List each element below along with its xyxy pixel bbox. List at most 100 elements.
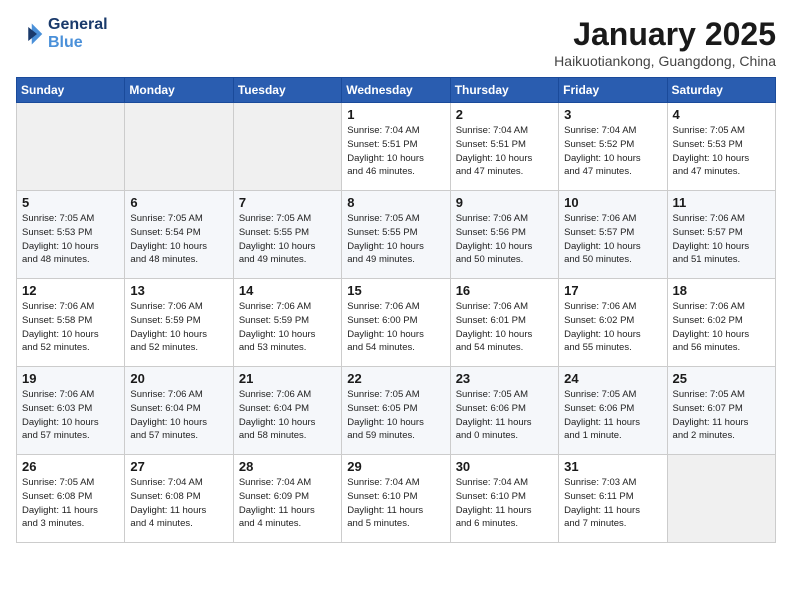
- weekday-header-thursday: Thursday: [450, 78, 558, 103]
- calendar-cell: 25 Sunrise: 7:05 AMSunset: 6:07 PMDayligh…: [667, 367, 775, 455]
- calendar-cell: 9Sunrise: 7:06 AMSunset: 5:56 PMDaylight…: [450, 191, 558, 279]
- calendar-cell: 7 Sunrise: 7:05 AMSunset: 5:55 PMDaylight…: [233, 191, 341, 279]
- day-info: Sunrise: 7:04 AMSunset: 6:10 PMDaylight:…: [347, 476, 444, 531]
- day-number: 27: [130, 459, 227, 474]
- day-info: Sunrise: 7:06 AMSunset: 6:04 PMDaylight:…: [239, 388, 336, 443]
- day-number: 25: [673, 371, 770, 386]
- day-number: 1: [347, 107, 444, 122]
- day-info: Sunrise: 7:06 AMSunset: 5:58 PMDaylight:…: [22, 300, 119, 355]
- calendar-cell: 31 Sunrise: 7:03 AMSunset: 6:11 PMDayligh…: [559, 455, 667, 543]
- day-number: 6: [130, 195, 227, 210]
- calendar-cell: 6 Sunrise: 7:05 AMSunset: 5:54 PMDaylight…: [125, 191, 233, 279]
- calendar-week-5: 26Sunrise: 7:05 AMSunset: 6:08 PMDayligh…: [17, 455, 776, 543]
- day-info: Sunrise: 7:05 AMSunset: 5:53 PMDaylight:…: [673, 124, 770, 179]
- calendar-cell: 20 Sunrise: 7:06 AMSunset: 6:04 PMDayligh…: [125, 367, 233, 455]
- day-number: 4: [673, 107, 770, 122]
- calendar-cell: [233, 103, 341, 191]
- day-number: 18: [673, 283, 770, 298]
- day-number: 12: [22, 283, 119, 298]
- day-info: Sunrise: 7:03 AMSunset: 6:11 PMDaylight:…: [564, 476, 661, 531]
- calendar-table: SundayMondayTuesdayWednesdayThursdayFrid…: [16, 77, 776, 543]
- day-info: Sunrise: 7:04 AMSunset: 5:52 PMDaylight:…: [564, 124, 661, 179]
- day-info: Sunrise: 7:04 AMSunset: 6:10 PMDaylight:…: [456, 476, 553, 531]
- day-info: Sunrise: 7:06 AMSunset: 5:59 PMDaylight:…: [239, 300, 336, 355]
- calendar-cell: 1 Sunrise: 7:04 AMSunset: 5:51 PMDaylight…: [342, 103, 450, 191]
- day-info: Sunrise: 7:04 AMSunset: 6:08 PMDaylight:…: [130, 476, 227, 531]
- day-number: 22: [347, 371, 444, 386]
- day-info: Sunrise: 7:06 AMSunset: 5:59 PMDaylight:…: [130, 300, 227, 355]
- day-number: 17: [564, 283, 661, 298]
- day-info: Sunrise: 7:06 AMSunset: 6:04 PMDaylight:…: [130, 388, 227, 443]
- day-info: Sunrise: 7:05 AMSunset: 5:55 PMDaylight:…: [239, 212, 336, 267]
- day-number: 20: [130, 371, 227, 386]
- calendar-week-1: 1 Sunrise: 7:04 AMSunset: 5:51 PMDaylight…: [17, 103, 776, 191]
- day-number: 30: [456, 459, 553, 474]
- title-block: January 2025 Haikuotiankong, Guangdong, …: [554, 16, 776, 69]
- calendar-cell: 10 Sunrise: 7:06 AMSunset: 5:57 PMDayligh…: [559, 191, 667, 279]
- weekday-header-wednesday: Wednesday: [342, 78, 450, 103]
- day-number: 7: [239, 195, 336, 210]
- day-info: Sunrise: 7:05 AMSunset: 5:54 PMDaylight:…: [130, 212, 227, 267]
- day-info: Sunrise: 7:06 AMSunset: 5:57 PMDaylight:…: [673, 212, 770, 267]
- calendar-cell: 28 Sunrise: 7:04 AMSunset: 6:09 PMDayligh…: [233, 455, 341, 543]
- day-info: Sunrise: 7:05 AMSunset: 6:07 PMDaylight:…: [673, 388, 770, 443]
- calendar-cell: 8 Sunrise: 7:05 AMSunset: 5:55 PMDaylight…: [342, 191, 450, 279]
- calendar-cell: 12 Sunrise: 7:06 AMSunset: 5:58 PMDayligh…: [17, 279, 125, 367]
- day-number: 23: [456, 371, 553, 386]
- weekday-header-tuesday: Tuesday: [233, 78, 341, 103]
- day-info: Sunrise: 7:05 AMSunset: 6:05 PMDaylight:…: [347, 388, 444, 443]
- day-number: 24: [564, 371, 661, 386]
- calendar-cell: 3 Sunrise: 7:04 AMSunset: 5:52 PMDaylight…: [559, 103, 667, 191]
- day-info: Sunrise: 7:04 AMSunset: 5:51 PMDaylight:…: [456, 124, 553, 179]
- day-info: Sunrise: 7:04 AMSunset: 5:51 PMDaylight:…: [347, 124, 444, 179]
- calendar-cell: 22 Sunrise: 7:05 AMSunset: 6:05 PMDayligh…: [342, 367, 450, 455]
- weekday-header-saturday: Saturday: [667, 78, 775, 103]
- day-info: Sunrise: 7:05 AMSunset: 5:55 PMDaylight:…: [347, 212, 444, 267]
- calendar-cell: 4 Sunrise: 7:05 AMSunset: 5:53 PMDaylight…: [667, 103, 775, 191]
- calendar-cell: 30 Sunrise: 7:04 AMSunset: 6:10 PMDayligh…: [450, 455, 558, 543]
- calendar-cell: [667, 455, 775, 543]
- calendar-cell: 21 Sunrise: 7:06 AMSunset: 6:04 PMDayligh…: [233, 367, 341, 455]
- weekday-header-friday: Friday: [559, 78, 667, 103]
- day-number: 31: [564, 459, 661, 474]
- calendar-cell: [125, 103, 233, 191]
- day-number: 14: [239, 283, 336, 298]
- calendar-cell: 29Sunrise: 7:04 AMSunset: 6:10 PMDayligh…: [342, 455, 450, 543]
- logo: General Blue: [16, 16, 108, 52]
- day-number: 3: [564, 107, 661, 122]
- day-info: Sunrise: 7:06 AMSunset: 6:02 PMDaylight:…: [564, 300, 661, 355]
- calendar-week-2: 5 Sunrise: 7:05 AMSunset: 5:53 PMDaylight…: [17, 191, 776, 279]
- calendar-cell: 16Sunrise: 7:06 AMSunset: 6:01 PMDayligh…: [450, 279, 558, 367]
- calendar-cell: [17, 103, 125, 191]
- day-info: Sunrise: 7:06 AMSunset: 6:00 PMDaylight:…: [347, 300, 444, 355]
- month-title: January 2025: [554, 16, 776, 53]
- logo-icon: [16, 20, 44, 48]
- calendar-cell: 17 Sunrise: 7:06 AMSunset: 6:02 PMDayligh…: [559, 279, 667, 367]
- day-number: 8: [347, 195, 444, 210]
- calendar-cell: 27 Sunrise: 7:04 AMSunset: 6:08 PMDayligh…: [125, 455, 233, 543]
- day-number: 11: [673, 195, 770, 210]
- day-info: Sunrise: 7:05 AMSunset: 5:53 PMDaylight:…: [22, 212, 119, 267]
- day-info: Sunrise: 7:04 AMSunset: 6:09 PMDaylight:…: [239, 476, 336, 531]
- day-number: 10: [564, 195, 661, 210]
- day-info: Sunrise: 7:06 AMSunset: 5:56 PMDaylight:…: [456, 212, 553, 267]
- day-info: Sunrise: 7:06 AMSunset: 5:57 PMDaylight:…: [564, 212, 661, 267]
- calendar-cell: 24 Sunrise: 7:05 AMSunset: 6:06 PMDayligh…: [559, 367, 667, 455]
- calendar-cell: 5 Sunrise: 7:05 AMSunset: 5:53 PMDaylight…: [17, 191, 125, 279]
- day-number: 21: [239, 371, 336, 386]
- calendar-week-3: 12 Sunrise: 7:06 AMSunset: 5:58 PMDayligh…: [17, 279, 776, 367]
- calendar-cell: 13Sunrise: 7:06 AMSunset: 5:59 PMDayligh…: [125, 279, 233, 367]
- day-number: 5: [22, 195, 119, 210]
- day-info: Sunrise: 7:05 AMSunset: 6:06 PMDaylight:…: [564, 388, 661, 443]
- calendar-cell: 18 Sunrise: 7:06 AMSunset: 6:02 PMDayligh…: [667, 279, 775, 367]
- calendar-cell: 26Sunrise: 7:05 AMSunset: 6:08 PMDayligh…: [17, 455, 125, 543]
- day-number: 2: [456, 107, 553, 122]
- day-number: 15: [347, 283, 444, 298]
- page-header: General Blue January 2025 Haikuotiankong…: [16, 16, 776, 69]
- weekday-header-sunday: Sunday: [17, 78, 125, 103]
- calendar-week-4: 19Sunrise: 7:06 AMSunset: 6:03 PMDayligh…: [17, 367, 776, 455]
- day-info: Sunrise: 7:05 AMSunset: 6:08 PMDaylight:…: [22, 476, 119, 531]
- calendar-cell: 11 Sunrise: 7:06 AMSunset: 5:57 PMDayligh…: [667, 191, 775, 279]
- day-number: 28: [239, 459, 336, 474]
- day-info: Sunrise: 7:06 AMSunset: 6:02 PMDaylight:…: [673, 300, 770, 355]
